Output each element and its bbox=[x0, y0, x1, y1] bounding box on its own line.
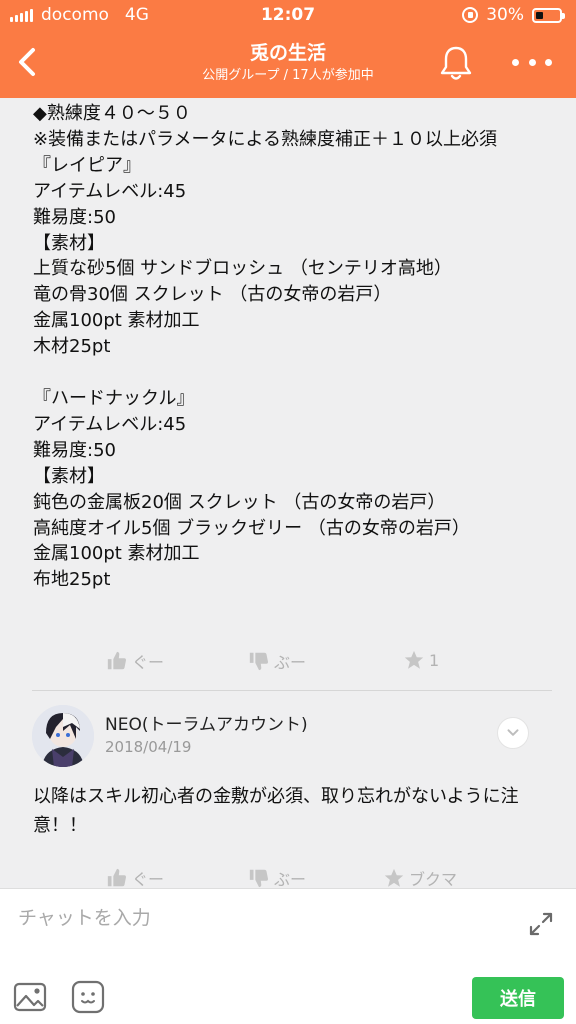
user-avatar-image bbox=[32, 705, 94, 767]
chat-content[interactable]: ◆熟練度４０～５０ ※装備またはパラメータによる熟練度補正＋１０以上必須 『レイ… bbox=[0, 98, 576, 888]
comment-date: 2018/04/19 bbox=[105, 738, 192, 756]
comment-like-button[interactable]: ぐー bbox=[106, 866, 164, 888]
battery-icon bbox=[532, 7, 565, 23]
group-subtitle: 公開グループ / 17人が参加中 bbox=[202, 68, 374, 83]
rotation-lock-icon bbox=[462, 7, 479, 23]
chevron-down-icon bbox=[507, 729, 519, 736]
battery-percent: 30% bbox=[486, 5, 524, 25]
dot bbox=[512, 58, 519, 66]
status-bar: docomo 4G 12:07 30% bbox=[0, 0, 576, 30]
header-bar: docomo 4G 12:07 30% 兎の生活 公開グループ / 17人が参加… bbox=[0, 0, 576, 98]
comment-dislike-label: ぶー bbox=[274, 870, 307, 888]
chat-composer: 送信 bbox=[0, 888, 576, 1024]
star-icon bbox=[404, 650, 424, 669]
dislike-button[interactable]: ぶー bbox=[248, 649, 306, 673]
comment-menu-button[interactable] bbox=[497, 717, 529, 749]
divider bbox=[32, 690, 552, 691]
comment-author[interactable]: NEO(トーラムアカウント) bbox=[105, 710, 308, 735]
photo-button[interactable] bbox=[12, 979, 48, 1015]
more-options-button[interactable] bbox=[512, 50, 552, 74]
star-count: 1 bbox=[429, 650, 440, 670]
send-button[interactable]: 送信 bbox=[472, 977, 564, 1019]
sticker-face-icon bbox=[71, 980, 105, 1014]
comment-dislike-button[interactable]: ぶー bbox=[248, 866, 306, 888]
expand-button[interactable] bbox=[526, 909, 556, 939]
like-button[interactable]: ぐー bbox=[106, 649, 164, 673]
thumbs-up-icon bbox=[107, 868, 127, 887]
chat-input[interactable] bbox=[18, 901, 498, 935]
comment-body: 以降はスキル初心者の金敷が必須、取り忘れがないように注意！！ bbox=[33, 786, 519, 836]
group-title-block: 兎の生活 公開グループ / 17人が参加中 bbox=[0, 40, 576, 85]
bookmark-button[interactable]: ブクマ bbox=[383, 866, 457, 888]
dot bbox=[528, 58, 536, 66]
like-label: ぐー bbox=[132, 653, 165, 672]
dot bbox=[545, 58, 552, 66]
sticker-button[interactable] bbox=[70, 979, 106, 1015]
thumbs-down-icon bbox=[249, 869, 269, 888]
star-icon bbox=[384, 868, 404, 887]
thumbs-up-icon bbox=[107, 651, 127, 670]
notification-button[interactable] bbox=[438, 44, 474, 82]
image-icon bbox=[13, 982, 47, 1012]
bookmark-label: ブクマ bbox=[409, 870, 458, 888]
avatar[interactable] bbox=[32, 705, 94, 767]
post-body: ◆熟練度４０～５０ ※装備またはパラメータによる熟練度補正＋１０以上必須 『レイ… bbox=[33, 103, 497, 591]
comment-like-label: ぐー bbox=[132, 870, 165, 888]
star-button[interactable]: 1 bbox=[403, 649, 439, 671]
page-title: 兎の生活 bbox=[249, 42, 326, 64]
expand-arrows-icon bbox=[529, 912, 553, 936]
thumbs-down-icon bbox=[249, 652, 269, 671]
dislike-label: ぶー bbox=[274, 653, 307, 672]
bell-icon bbox=[440, 46, 472, 80]
